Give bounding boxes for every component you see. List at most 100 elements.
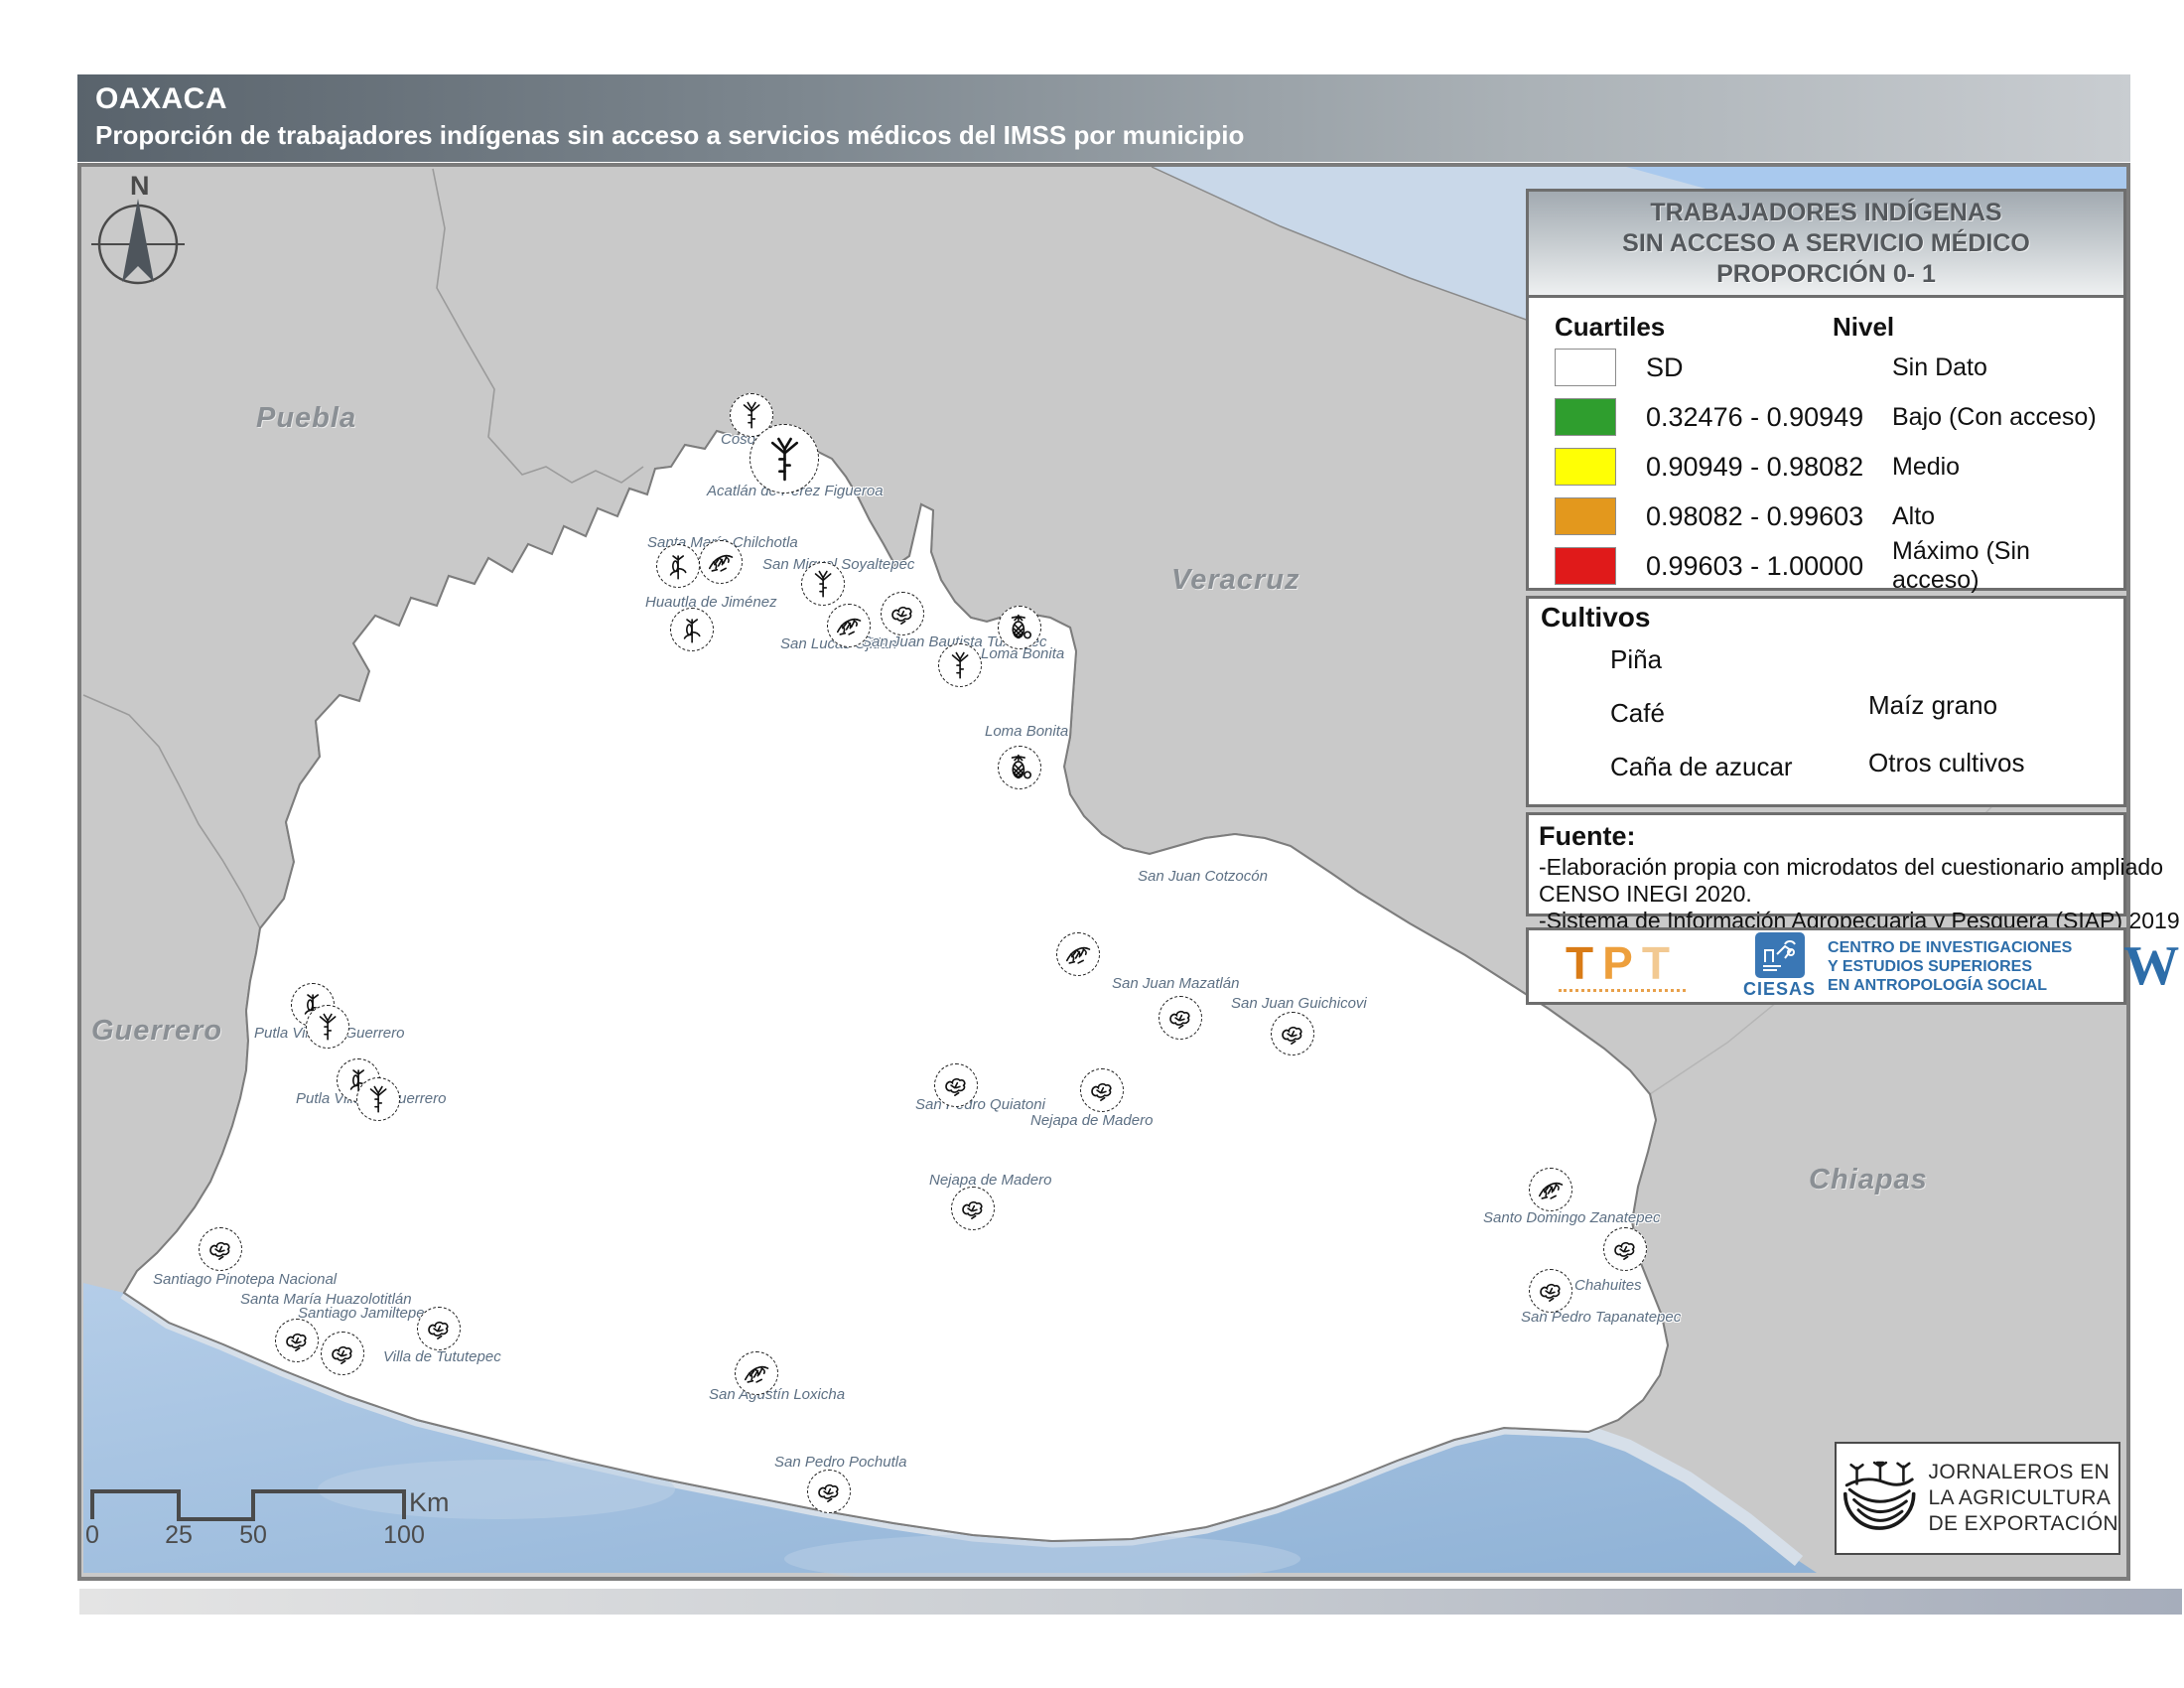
municipality-label: Nejapa de Madero (929, 1172, 1051, 1189)
legend-title-line3: PROPORCIÓN 0- 1 (1716, 259, 1936, 290)
legend-title-line2: SIN ACCESO A SERVICIO MÉDICO (1622, 228, 2030, 259)
otros-icon (1529, 1269, 1572, 1313)
otros-icon (934, 1063, 978, 1107)
ciesas-text: CENTRO DE INVESTIGACIONESY ESTUDIOS SUPE… (1828, 938, 2072, 995)
fuente-panel: Fuente: -Elaboración propia con microdat… (1526, 812, 2126, 916)
bottom-gradient-strip (79, 1589, 2182, 1615)
legend-level: Bajo (Con acceso) (1892, 403, 2097, 432)
cafe-icon (827, 604, 871, 647)
tpt-tagline-rule (1559, 989, 1686, 992)
scale-bar (85, 1481, 423, 1525)
cafe-icon (699, 540, 743, 584)
jornaleros-line: DE EXPORTACIÓN (1928, 1511, 2118, 1537)
legend-swatch-red (1555, 547, 1616, 585)
cafe-icon (1056, 932, 1100, 976)
municipality-label: Santiago Pinotepa Nacional (153, 1271, 337, 1288)
ciesas-logo: CIESAS CENTRO DE INVESTIGACIONESY ESTUDI… (1743, 932, 2072, 1000)
cultivo-label: Maíz grano (1868, 690, 1997, 721)
cafe-icon (735, 1351, 778, 1395)
municipality-label: Loma Bonita (985, 723, 1068, 740)
state-label-chiapas: Chiapas (1809, 1164, 1928, 1196)
pina-icon (998, 606, 1041, 649)
fuente-line: -Elaboración propia con microdatos del c… (1539, 854, 2123, 881)
otros-icon (1159, 996, 1202, 1040)
legend-col-cuartiles: Cuartiles (1555, 312, 1833, 343)
cultivo-label: Piña (1610, 644, 1662, 675)
municipality-label: Chahuites (1574, 1277, 1642, 1294)
legend-swatch-sd (1555, 349, 1616, 386)
scale-tick: 100 (382, 1521, 426, 1550)
scale-unit: Km (409, 1487, 450, 1518)
cana-icon (801, 562, 845, 606)
legend-panel: TRABAJADORES INDÍGENAS SIN ACCESO A SERV… (1526, 189, 2126, 591)
ciesas-icon (1755, 932, 1805, 978)
page: OAXACA Proporción de trabajadores indíge… (0, 0, 2184, 1688)
otros-icon (199, 1227, 242, 1271)
cana-icon (938, 643, 982, 687)
cultivo-label: Café (1610, 698, 1665, 729)
wilson-w-mark: W (2123, 940, 2179, 992)
pina-icon (998, 746, 1041, 789)
cultivos-title: Cultivos (1541, 602, 1650, 633)
legend-range: SD (1646, 352, 1892, 383)
state-label-puebla: Puebla (256, 402, 356, 435)
legend-level: Alto (1892, 502, 1935, 531)
legend-level: Máximo (Sin acceso) (1892, 537, 2123, 595)
otros-icon (1603, 1227, 1647, 1271)
municipality-label: Nejapa de Madero (1030, 1112, 1153, 1129)
ciesas-line: EN ANTROPOLOGÍA SOCIAL (1828, 976, 2072, 995)
jornaleros-line: LA AGRICULTURA (1928, 1485, 2118, 1511)
legend-row: 0.32476 - 0.90949Bajo (Con acceso) (1529, 392, 2123, 442)
title-bar: OAXACA Proporción de trabajadores indíge… (77, 74, 2130, 162)
scale-tick: 25 (157, 1521, 201, 1550)
cafe-icon (1529, 1168, 1572, 1211)
municipality-label: San Juan Guichicovi (1231, 995, 1367, 1012)
wilson-center-logo: W Wilson Center (2123, 938, 2184, 994)
maiz-icon (670, 608, 714, 651)
north-arrow: N (83, 171, 193, 295)
legend-swatch-yellow (1555, 448, 1616, 486)
legend-level: Medio (1892, 453, 1960, 482)
jornaleros-logo: JORNALEROS ENLA AGRICULTURADE EXPORTACIÓ… (1835, 1442, 2120, 1555)
municipality-label: San Pedro Quiatoni (915, 1096, 1045, 1113)
municipality-label: Huautla de Jiménez (645, 594, 777, 611)
municipality-label: San Agustín Loxicha (709, 1386, 845, 1403)
state-label-guerrero: Guerrero (91, 1015, 222, 1048)
legend-range: 0.90949 - 0.98082 (1646, 452, 1892, 483)
ciesas-acronym: CIESAS (1743, 979, 1816, 1000)
otros-icon (951, 1187, 995, 1230)
legend-row: 0.90949 - 0.98082Medio (1529, 442, 2123, 492)
legend-row: SDSin Dato (1529, 343, 2123, 392)
legend-swatch-orange (1555, 497, 1616, 535)
municipality-label: Villa de Tututepec (383, 1348, 501, 1365)
legend-level: Sin Dato (1892, 353, 1987, 382)
legend-row: 0.99603 - 1.00000Máximo (Sin acceso) (1529, 541, 2123, 591)
legend-range: 0.99603 - 1.00000 (1646, 551, 1892, 582)
state-label-veracruz: Veracruz (1171, 564, 1299, 597)
tpt-logo: TPT (1559, 941, 1686, 992)
municipality-label: Santiago Jamiltepec (298, 1305, 432, 1322)
otros-icon (1080, 1068, 1124, 1112)
scale-tick: 0 (70, 1521, 114, 1550)
legend-row: 0.98082 - 0.99603Alto (1529, 492, 2123, 541)
fuente-line: CENSO INEGI 2020. (1539, 881, 2123, 908)
municipality-label: San Juan Cotzocón (1138, 868, 1268, 885)
legend-range: 0.98082 - 0.99603 (1646, 501, 1892, 532)
otros-icon (807, 1470, 851, 1513)
cana-icon (306, 1005, 349, 1049)
logos-panel: TPT CIESAS CENTRO DE INVESTIGACIONESY ES… (1526, 927, 2126, 1005)
legend-title: TRABAJADORES INDÍGENAS SIN ACCESO A SERV… (1529, 192, 2123, 298)
fuente-title: Fuente: (1539, 821, 2123, 852)
otros-icon (1271, 1012, 1314, 1055)
municipality-label: San Juan Mazatlán (1112, 975, 1239, 992)
compass-n-label: N (130, 171, 150, 201)
cultivo-label: Otros cultivos (1868, 748, 2025, 778)
jornaleros-text: JORNALEROS ENLA AGRICULTURADE EXPORTACIÓ… (1928, 1460, 2118, 1537)
legend-col-nivel: Nivel (1833, 312, 1894, 343)
otros-icon (321, 1332, 364, 1375)
maiz-icon (656, 544, 700, 588)
legend-title-line1: TRABAJADORES INDÍGENAS (1650, 198, 2001, 228)
jornaleros-line: JORNALEROS EN (1928, 1460, 2118, 1485)
ciesas-line: CENTRO DE INVESTIGACIONES (1828, 938, 2072, 957)
cana-icon (750, 424, 819, 493)
